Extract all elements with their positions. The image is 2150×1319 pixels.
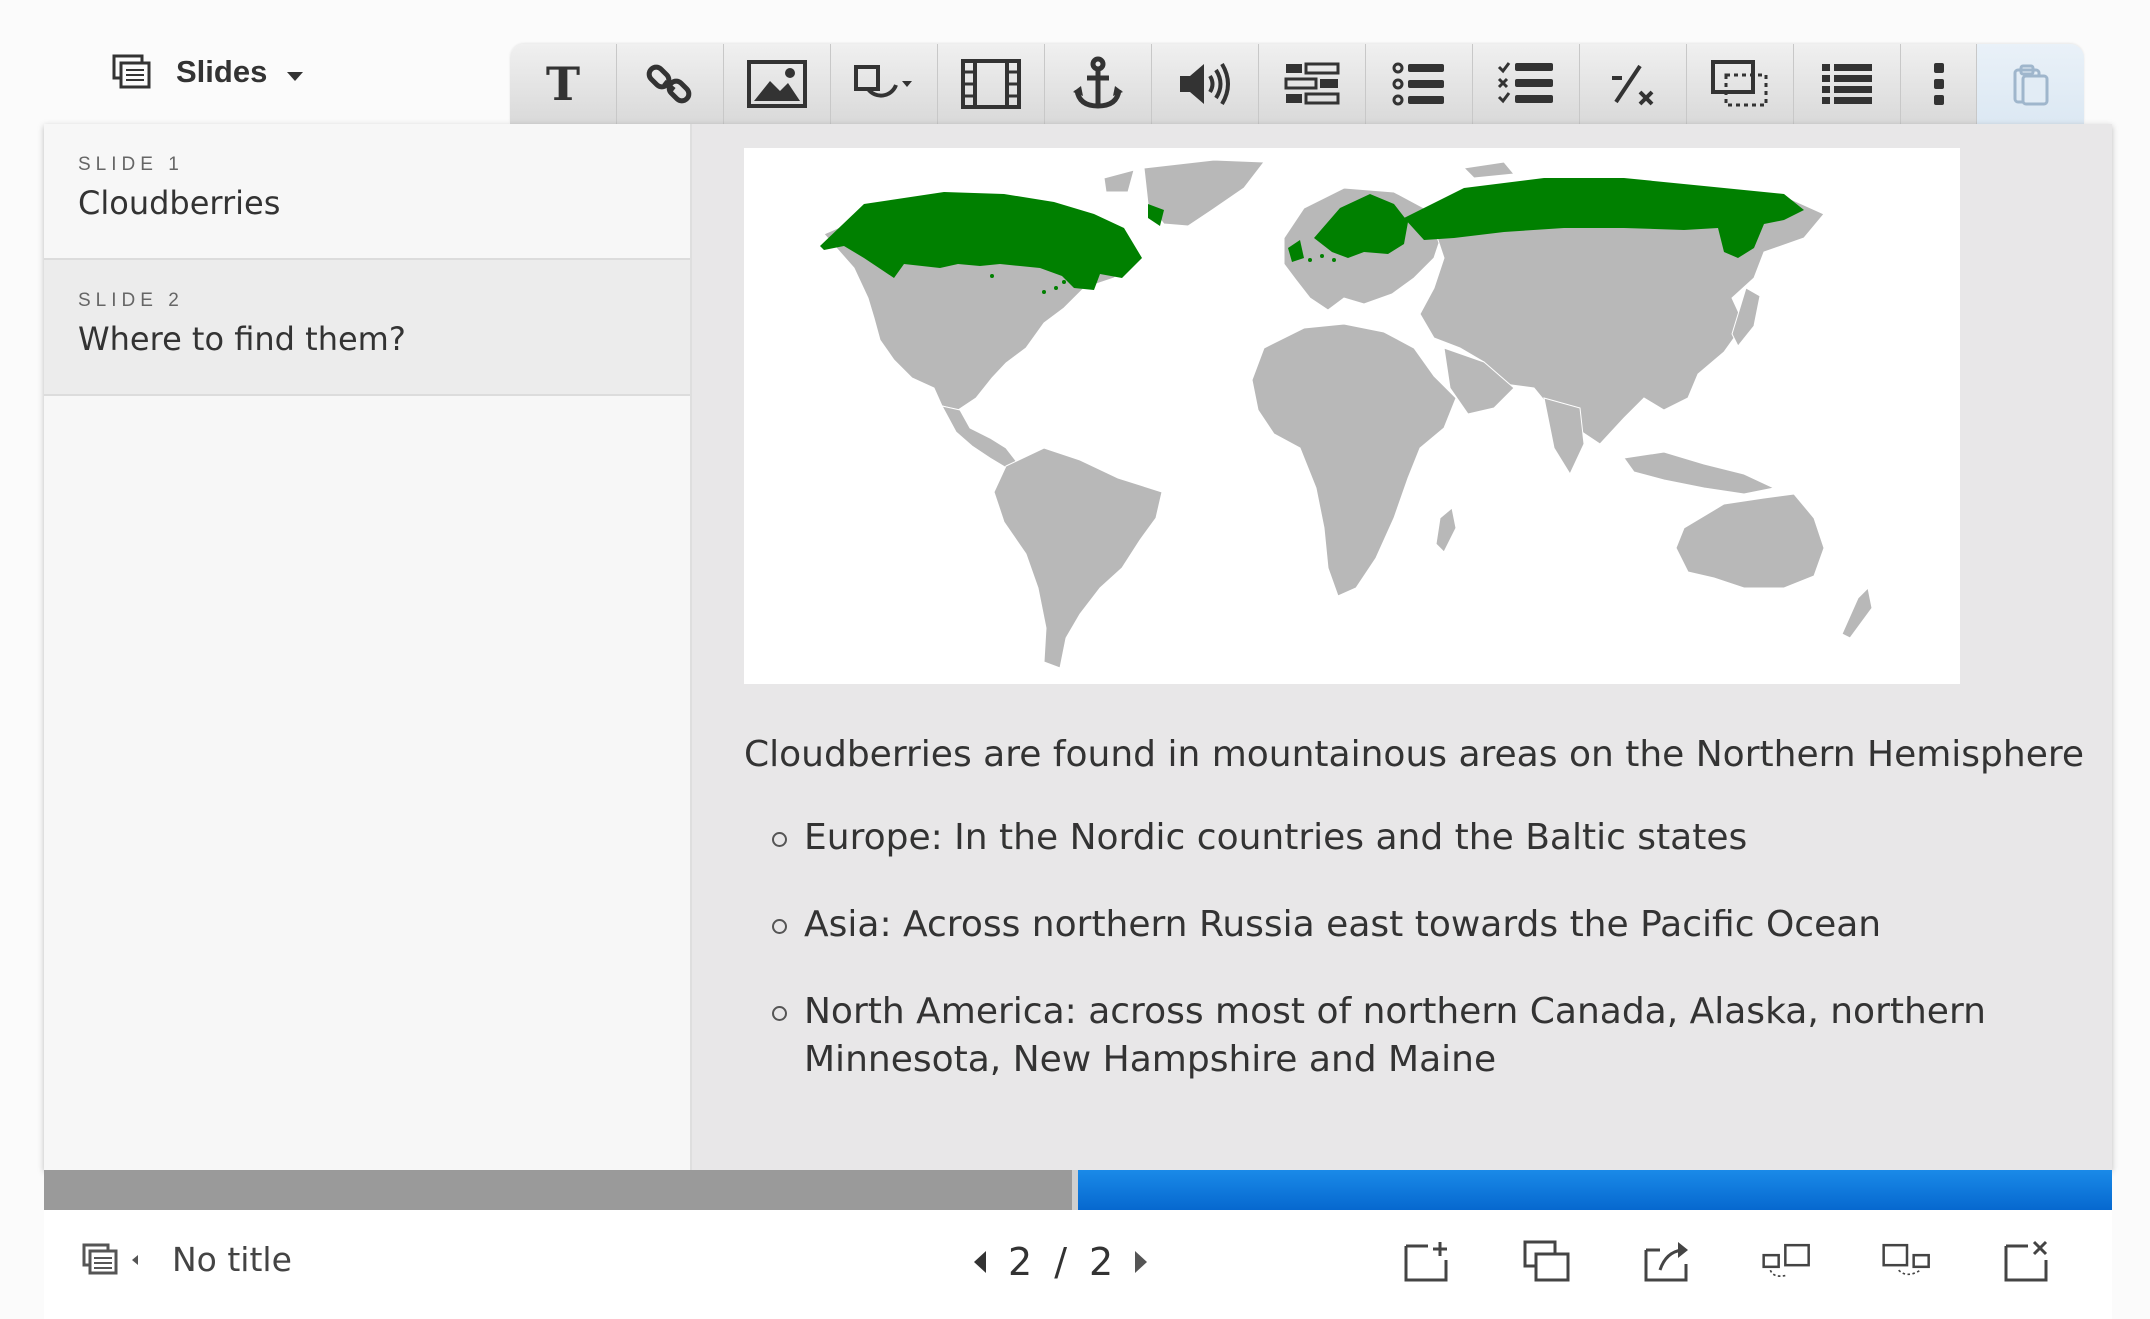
checklist-tool-button[interactable] <box>1473 44 1580 124</box>
anchor-tool-button[interactable] <box>1045 44 1152 124</box>
footer-bar: No title 2 / 2 <box>44 1210 2112 1319</box>
slide-title: Cloudberries <box>78 184 281 222</box>
link-tool-button[interactable] <box>617 44 724 124</box>
slide-list-item[interactable]: SLIDE 1 Cloudberries <box>44 124 690 260</box>
bullet-item[interactable]: North America: across most of northern C… <box>772 988 2072 1084</box>
move-slide-left-icon[interactable] <box>1762 1238 1812 1284</box>
list-tool-button[interactable] <box>1794 44 1901 124</box>
world-map-svg <box>820 159 1873 669</box>
slide-progress-fill <box>1078 1170 2112 1210</box>
bullet-list-tool-button[interactable] <box>1366 44 1473 124</box>
paste-icon <box>2013 64 2048 106</box>
audio-icon <box>1180 62 1230 106</box>
bullet-list: Europe: In the Nordic countries and the … <box>772 814 2072 1123</box>
slide-heading-text[interactable]: Cloudberries are found in mountainous ar… <box>744 734 2084 775</box>
next-slide-button[interactable] <box>1135 1251 1148 1273</box>
slides-menu[interactable]: Slides <box>112 54 304 90</box>
slide-template-tool-button[interactable] <box>1687 44 1794 124</box>
slides-icon <box>112 54 151 89</box>
chevron-left-icon[interactable] <box>132 1254 138 1265</box>
shapes-tool-button[interactable] <box>831 44 938 124</box>
slide-list-item[interactable]: SLIDE 2 Where to find them? <box>44 260 690 396</box>
slide-number: SLIDE 1 <box>78 154 184 175</box>
video-icon <box>961 59 1021 109</box>
current-page: 2 <box>1008 1240 1033 1284</box>
link-icon <box>646 64 692 104</box>
checklist-icon <box>1497 62 1553 104</box>
editor-panel: SLIDE 1 Cloudberries SLIDE 2 Where to fi… <box>44 124 2112 1170</box>
list-icon <box>1822 64 1872 104</box>
presentation-title[interactable]: No title <box>172 1240 292 1279</box>
previous-slide-button[interactable] <box>974 1251 986 1273</box>
chevron-down-icon <box>287 71 304 81</box>
paste-button[interactable] <box>1977 44 2084 124</box>
fraction-icon <box>1612 64 1654 106</box>
image-icon <box>747 60 807 108</box>
slide-progress-divider <box>1072 1170 1078 1210</box>
text-tool-button[interactable]: T <box>510 44 617 124</box>
fraction-tool-button[interactable] <box>1580 44 1687 124</box>
anchor-icon <box>1073 56 1123 109</box>
delete-slide-icon[interactable] <box>2002 1238 2052 1284</box>
more-options-button[interactable] <box>1901 44 1977 124</box>
video-tool-button[interactable] <box>938 44 1045 124</box>
editor-toolbar: T <box>510 44 2084 124</box>
slide-canvas: Cloudberries are found in mountainous ar… <box>692 124 2112 1170</box>
text-icon: T <box>546 62 580 106</box>
more-icon <box>1933 63 1944 105</box>
svg-text:T: T <box>546 62 580 106</box>
slides-menu-label: Slides <box>176 54 268 89</box>
move-slide-right-icon[interactable] <box>1882 1238 1932 1284</box>
page-separator: / <box>1054 1240 1067 1284</box>
audio-tool-button[interactable] <box>1152 44 1259 124</box>
table-tool-button[interactable] <box>1259 44 1366 124</box>
duplicate-slide-icon[interactable] <box>1522 1238 1572 1284</box>
table-icon <box>1284 62 1340 105</box>
shapes-icon <box>854 65 912 98</box>
bullet-list-icon <box>1392 62 1444 106</box>
slides-toggle-icon[interactable] <box>82 1243 118 1277</box>
world-map-image[interactable] <box>744 148 1960 684</box>
bullet-item[interactable]: Asia: Across northern Russia east toward… <box>772 901 2072 949</box>
total-pages: 2 <box>1089 1240 1114 1284</box>
slide-template-icon <box>1711 60 1768 107</box>
export-slide-icon[interactable] <box>1642 1238 1692 1284</box>
add-slide-icon[interactable] <box>1402 1238 1452 1284</box>
slide-number: SLIDE 2 <box>78 290 184 311</box>
slide-title: Where to find them? <box>78 320 406 358</box>
slide-progress-bar[interactable] <box>44 1170 2112 1210</box>
bullet-item[interactable]: Europe: In the Nordic countries and the … <box>772 814 2072 862</box>
slide-list: SLIDE 1 Cloudberries SLIDE 2 Where to fi… <box>44 124 692 1170</box>
slide-pager: 2 / 2 <box>974 1240 1148 1284</box>
image-tool-button[interactable] <box>724 44 831 124</box>
